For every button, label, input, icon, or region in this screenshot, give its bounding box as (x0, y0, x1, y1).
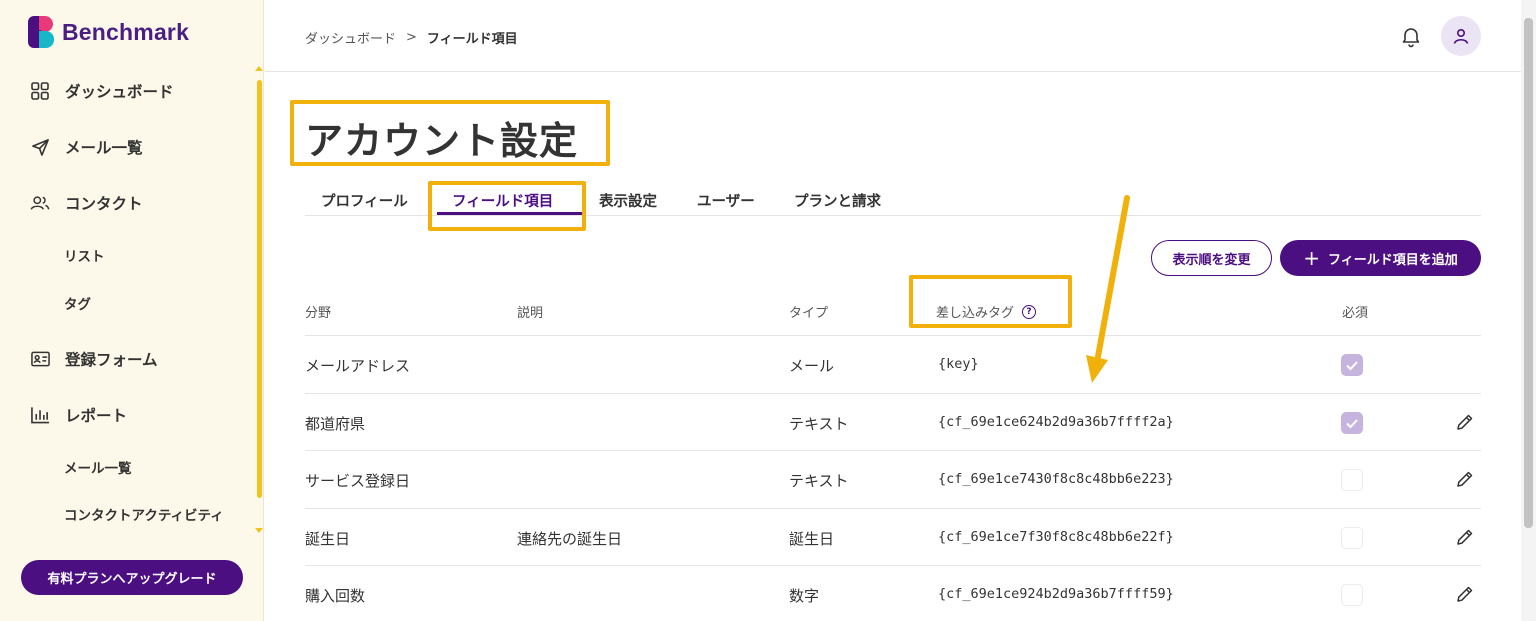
sidebar-item-label: レポート (65, 407, 128, 425)
upgrade-button[interactable]: 有料プランへアップグレード (21, 560, 243, 595)
edit-pencil-icon[interactable] (1455, 469, 1475, 489)
edit-pencil-icon[interactable] (1455, 527, 1475, 547)
check-icon (1346, 361, 1358, 371)
sidebar-item-signup-forms[interactable]: 登録フォーム (30, 344, 158, 374)
table-row: 誕生日 連絡先の誕生日 誕生日 {cf_69e1ce7f30f8c8c48bb6… (305, 509, 1481, 566)
contacts-icon (30, 193, 50, 213)
sidebar-item-label: メール一覧 (65, 139, 143, 157)
column-header-field: 分野 (305, 306, 332, 321)
table-row: サービス登録日 テキスト {cf_69e1ce7430f8c8c48bb6e22… (305, 451, 1481, 509)
paper-plane-icon (30, 137, 50, 157)
app-window: Benchmark ダッシュボード メール一覧 コンタクト リスト タグ 登録フ… (0, 0, 1536, 621)
cell-type: 数字 (789, 587, 820, 605)
breadcrumb-current: フィールド項目 (426, 32, 518, 47)
column-header-description: 説明 (517, 306, 544, 321)
tab-plan-billing[interactable]: プランと請求 (794, 190, 881, 211)
breadcrumb-separator: > (406, 30, 417, 45)
required-checkbox[interactable] (1341, 584, 1363, 606)
sidebar-item-label: 登録フォーム (65, 351, 158, 369)
top-header: ダッシュボード > フィールド項目 (265, 0, 1521, 72)
page-scrollbar-thumb[interactable] (1524, 18, 1533, 528)
highlight-box-title (290, 100, 610, 166)
sidebar-item-emails[interactable]: メール一覧 (30, 132, 143, 162)
cell-merge-tag: {cf_69e1ce924b2d9a36b7ffff59} (938, 586, 1174, 602)
cell-field: 都道府県 (305, 414, 366, 433)
sidebar-item-label: ダッシュボード (65, 83, 174, 101)
id-card-icon (30, 349, 50, 369)
tab-users[interactable]: ユーザー (697, 190, 755, 211)
breadcrumb-root-link[interactable]: ダッシュボード (305, 28, 396, 47)
breadcrumb: ダッシュボード > フィールド項目 (305, 28, 518, 47)
cell-field: メールアドレス (305, 357, 411, 375)
brand-name: Benchmark (62, 18, 190, 45)
edit-pencil-icon[interactable] (1455, 412, 1475, 432)
notification-bell-icon[interactable] (1399, 24, 1423, 48)
cell-merge-tag: {cf_69e1ce624b2d9a36b7ffff2a} (938, 413, 1174, 430)
table-row: メールアドレス メール {key} (305, 336, 1481, 394)
cell-type: 誕生日 (789, 529, 835, 548)
bar-chart-icon (30, 405, 50, 425)
cell-merge-tag: {cf_69e1ce7430f8c8c48bb6e223} (938, 471, 1174, 487)
cell-merge-tag: {key} (938, 356, 979, 372)
add-field-button[interactable]: + フィールド項目を追加 (1280, 240, 1481, 276)
sidebar-item-contacts[interactable]: コンタクト (30, 188, 143, 218)
required-checkbox[interactable] (1341, 469, 1363, 491)
cell-type: メール (789, 357, 835, 375)
plus-icon: + (1303, 246, 1320, 270)
highlight-box-tab (428, 181, 586, 231)
table-header: 分野 説明 タイプ 差し込みタグ ? 必須 (305, 288, 1481, 336)
tab-profile[interactable]: プロフィール (321, 190, 408, 211)
add-field-label: フィールド項目を追加 (1328, 252, 1458, 268)
cell-field: サービス登録日 (305, 472, 411, 490)
cell-type: テキスト (789, 414, 849, 433)
reorder-button[interactable]: 表示順を変更 (1151, 240, 1272, 276)
cell-merge-tag: {cf_69e1ce7f30f8c8c48bb6e22f} (938, 528, 1174, 545)
cell-field: 購入回数 (305, 587, 366, 605)
sidebar-subitem-contact-activity[interactable]: コンタクトアクティビティ (64, 504, 224, 524)
page-scrollbar[interactable] (1521, 0, 1536, 621)
dashboard-grid-icon (30, 81, 50, 101)
cell-type: テキスト (789, 472, 849, 490)
sidebar-subitem-tags[interactable]: タグ (64, 293, 91, 313)
cell-description: 連絡先の誕生日 (517, 529, 623, 548)
sidebar: Benchmark ダッシュボード メール一覧 コンタクト リスト タグ 登録フ… (0, 0, 264, 621)
tab-display-settings[interactable]: 表示設定 (599, 190, 657, 211)
required-checkbox[interactable] (1341, 526, 1363, 549)
column-header-type: タイプ (789, 306, 829, 321)
sidebar-item-reports[interactable]: レポート (30, 400, 127, 430)
sidebar-scrollbar[interactable] (257, 80, 262, 498)
highlight-box-merge-tag (909, 275, 1072, 328)
required-checkbox[interactable] (1341, 354, 1363, 376)
cell-field: 誕生日 (305, 529, 351, 548)
user-avatar[interactable] (1441, 16, 1481, 56)
table-row: 都道府県 テキスト {cf_69e1ce624b2d9a36b7ffff2a} (305, 394, 1481, 451)
table-row: 購入回数 数字 {cf_69e1ce924b2d9a36b7ffff59} (305, 566, 1481, 621)
sidebar-subitem-email-reports[interactable]: メール一覧 (64, 457, 132, 477)
sidebar-subitem-lists[interactable]: リスト (64, 245, 105, 265)
benchmark-logo-icon (28, 16, 54, 48)
sidebar-item-dashboard[interactable]: ダッシュボード (30, 76, 174, 106)
sidebar-scroll-down-icon[interactable] (255, 528, 263, 533)
required-checkbox[interactable] (1341, 411, 1363, 434)
brand-logo[interactable]: Benchmark (28, 16, 189, 48)
column-header-required: 必須 (1342, 306, 1369, 321)
check-icon (1346, 418, 1358, 428)
sidebar-item-label: コンタクト (65, 195, 143, 213)
fields-table: 分野 説明 タイプ 差し込みタグ ? 必須 メールアドレス メール {key} (305, 288, 1481, 621)
user-icon (1453, 28, 1469, 44)
sidebar-scroll-up-icon[interactable] (255, 66, 263, 71)
edit-pencil-icon[interactable] (1455, 584, 1475, 604)
main-content: アカウント設定 プロフィール フィールド項目 表示設定 ユーザー プランと請求 … (265, 72, 1521, 621)
